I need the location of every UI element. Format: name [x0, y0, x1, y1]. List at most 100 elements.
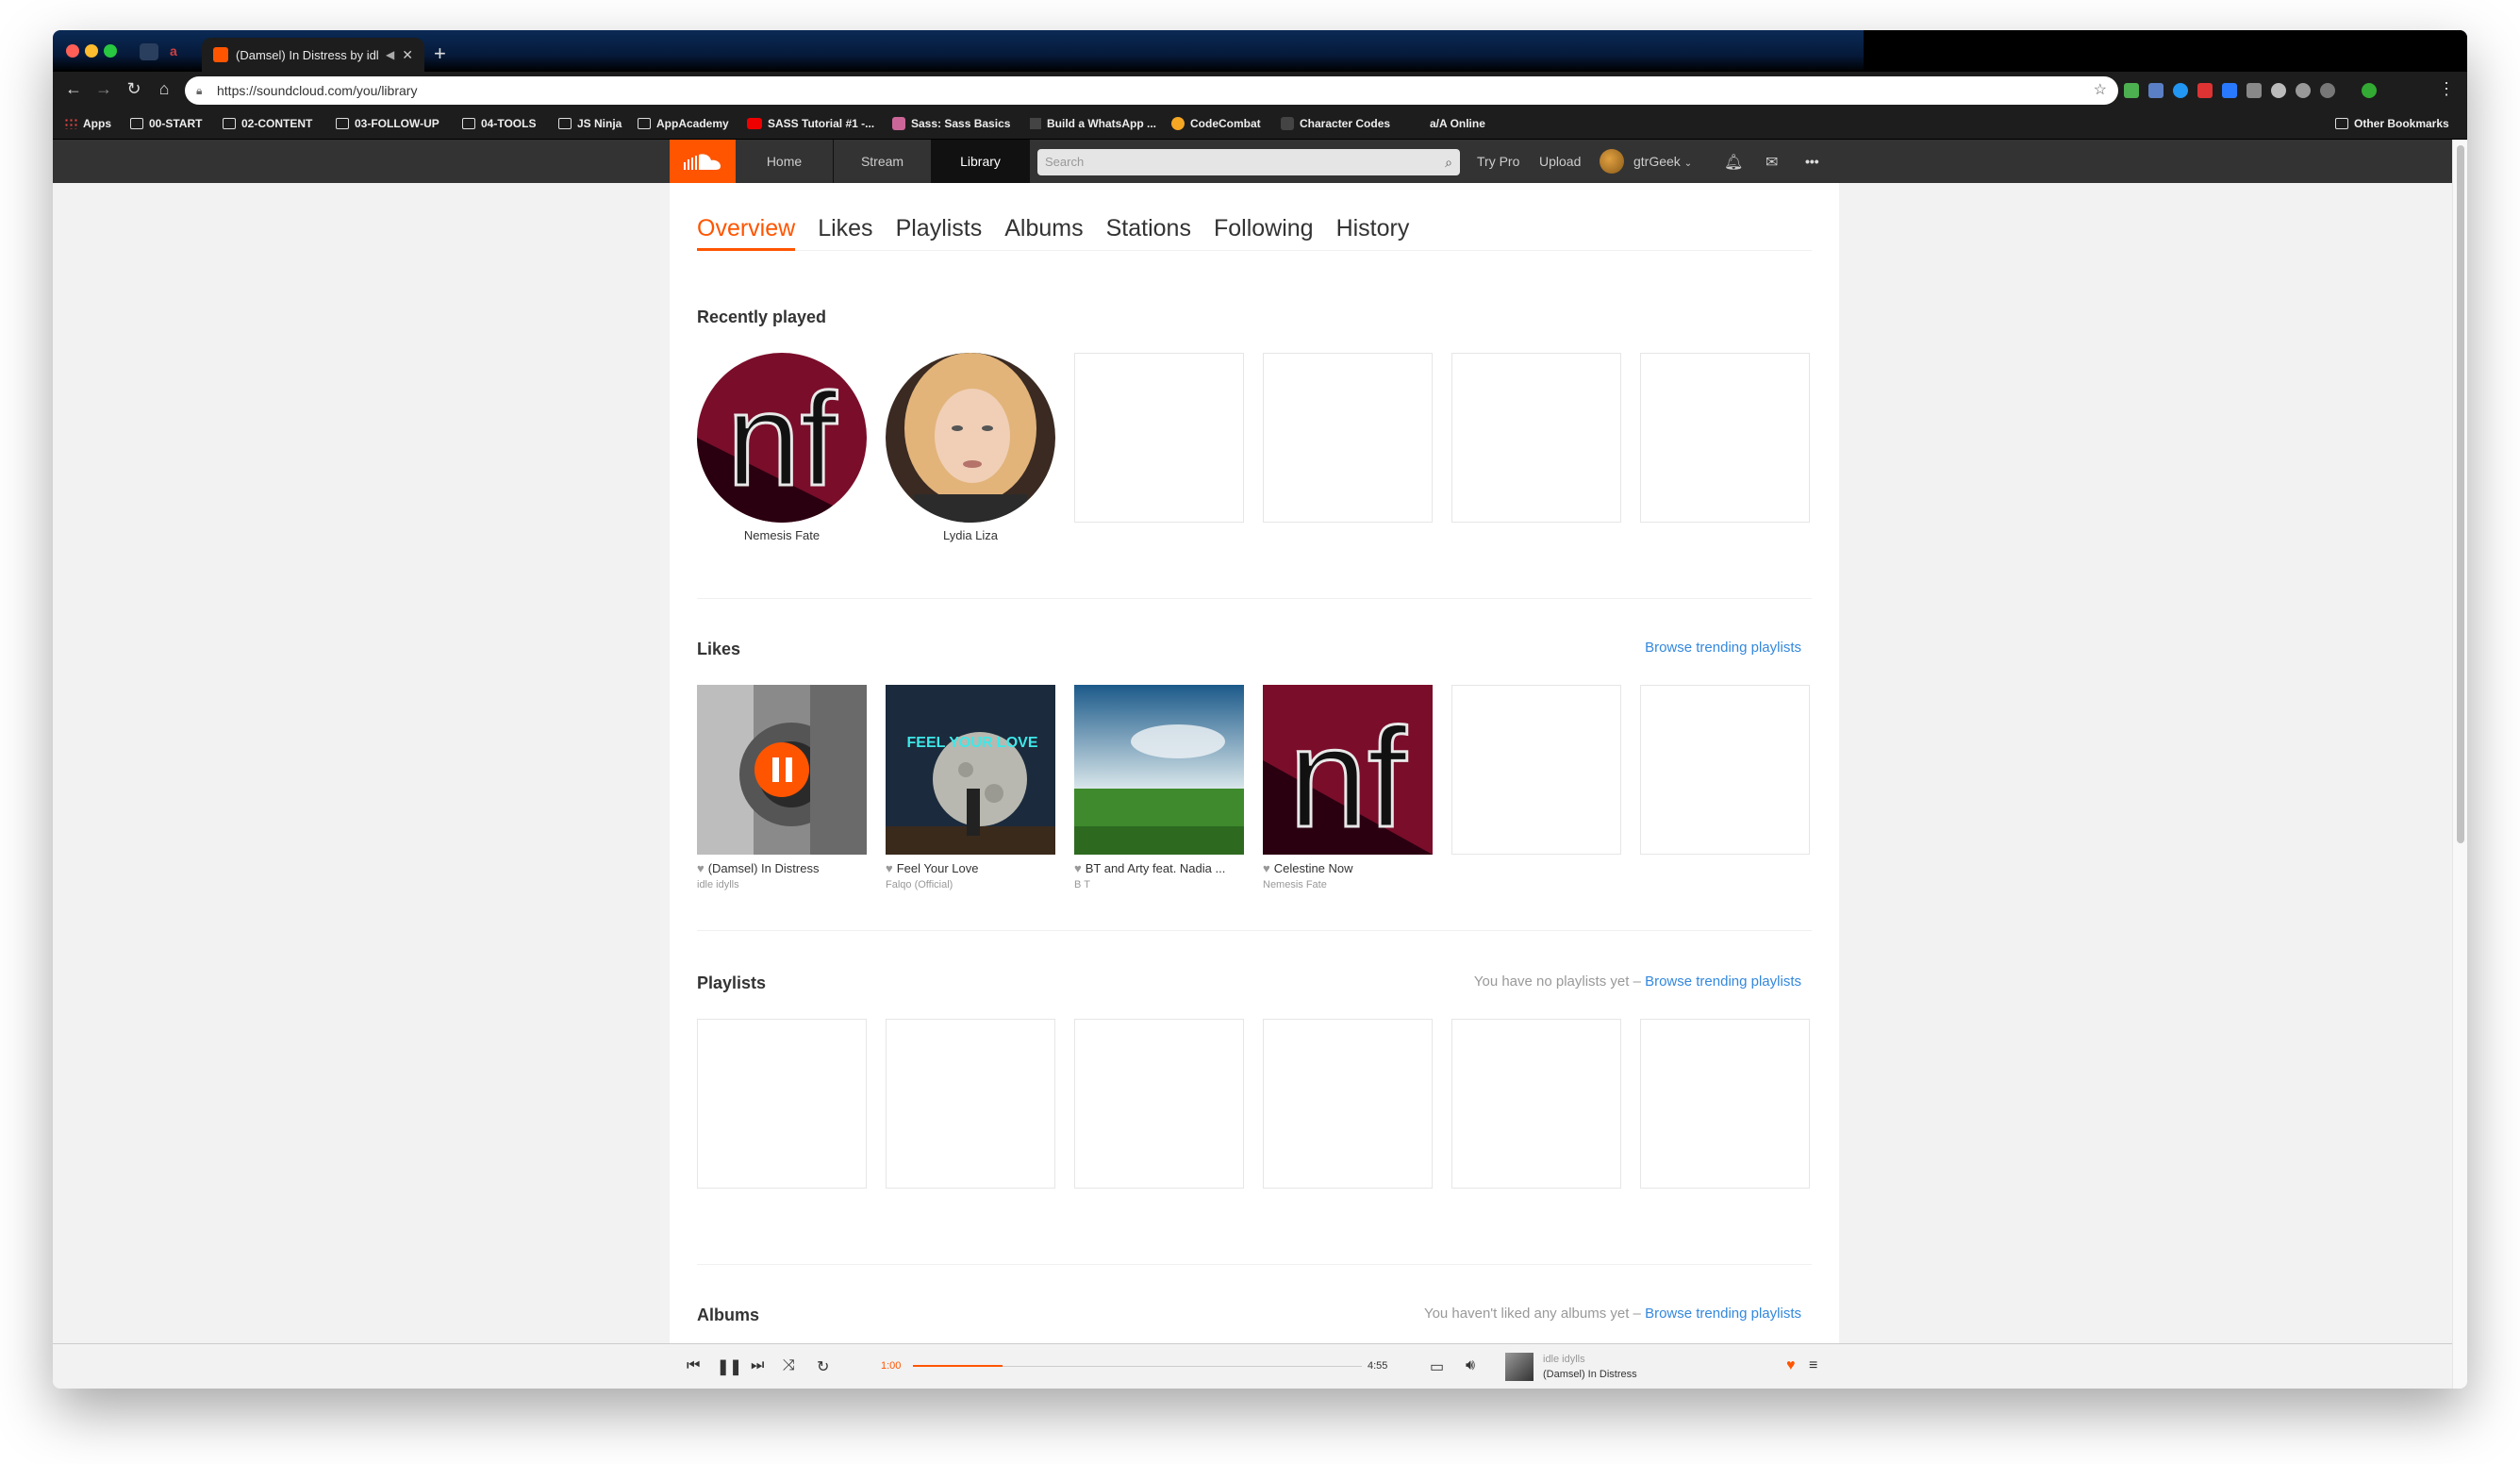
bookmark-star-icon[interactable]: ☆	[2094, 76, 2107, 105]
track-artist[interactable]: Falqo (Official)	[886, 879, 953, 890]
close-tab-icon[interactable]: ✕	[402, 47, 413, 63]
empty-tile	[697, 1019, 867, 1189]
track-artist[interactable]: Nemesis Fate	[1263, 879, 1327, 890]
mail-icon[interactable]: ✉	[1766, 153, 1778, 172]
previous-icon[interactable]: ⏮︎	[687, 1357, 700, 1374]
extension-icon[interactable]	[2320, 83, 2335, 98]
soundcloud-logo[interactable]	[670, 140, 736, 183]
like-track-feel-your-love[interactable]: FEEL YOUR LOVE	[886, 685, 1055, 855]
artist-name[interactable]: Lydia Liza	[886, 528, 1055, 542]
bookmark-apps[interactable]: Apps	[64, 117, 111, 130]
track-title[interactable]: ♥ (Damsel) In Distress	[697, 861, 876, 875]
nav-stream[interactable]: Stream	[834, 140, 932, 183]
like-track-celestine-now[interactable]: nf	[1263, 685, 1433, 858]
nav-home[interactable]: Home	[736, 140, 834, 183]
volume-icon[interactable]: 🔊︎	[1466, 1357, 1475, 1374]
track-title[interactable]: ♥ BT and Arty feat. Nadia ...	[1074, 861, 1253, 875]
search-icon[interactable]: ⌕	[1445, 149, 1452, 175]
tab-stations[interactable]: Stations	[1106, 213, 1191, 251]
bookmark-folder[interactable]: AppAcademy	[638, 117, 729, 130]
page-scrollbar[interactable]	[2452, 140, 2467, 1389]
maximize-window-button[interactable]	[104, 44, 117, 58]
tab-overview[interactable]: Overview	[697, 213, 796, 251]
pause-button[interactable]	[754, 742, 809, 797]
tab-following[interactable]: Following	[1214, 213, 1314, 251]
extension-icon[interactable]	[2246, 83, 2262, 98]
tab-playlists[interactable]: Playlists	[896, 213, 983, 251]
back-icon[interactable]: ←	[62, 79, 85, 99]
bookmark-link[interactable]: SASS Tutorial #1 -...	[747, 117, 874, 130]
tab-likes[interactable]: Likes	[818, 213, 872, 251]
forward-icon[interactable]: →	[92, 79, 115, 99]
bookmark-folder[interactable]: 00-START	[130, 117, 202, 130]
extension-icon[interactable]	[2362, 83, 2377, 98]
track-title[interactable]: ♥ Celestine Now	[1263, 861, 1442, 875]
extension-icon[interactable]	[2296, 83, 2311, 98]
bookmark-link[interactable]: Sass: Sass Basics	[892, 117, 1010, 130]
recently-played-nemesis-fate[interactable]: nf	[697, 353, 867, 523]
shuffle-icon[interactable]: ⤨	[783, 1357, 795, 1374]
like-track-damsel[interactable]	[697, 685, 867, 855]
tab-history[interactable]: History	[1336, 213, 1410, 251]
artist-name[interactable]: Nemesis Fate	[697, 528, 867, 542]
bookmark-folder[interactable]: 03-FOLLOW-UP	[336, 117, 439, 130]
scrollbar-thumb[interactable]	[2457, 145, 2464, 843]
pause-icon[interactable]: ❚❚	[717, 1357, 742, 1376]
like-track-bt-arty[interactable]	[1074, 685, 1244, 855]
address-bar[interactable]: 🔒︎ https://soundcloud.com/you/library ☆	[185, 76, 2118, 105]
minimize-window-button[interactable]	[85, 44, 98, 58]
extension-icon[interactable]	[2197, 83, 2213, 98]
bookmark-link[interactable]: Build a WhatsApp ...	[1030, 117, 1156, 130]
bookmark-link[interactable]: Character Codes	[1281, 117, 1390, 130]
track-artist[interactable]: idle idylls	[697, 879, 739, 890]
apps-grid-icon	[64, 118, 77, 129]
repeat-icon[interactable]: ↻	[817, 1357, 829, 1376]
upload-link[interactable]: Upload	[1539, 140, 1581, 183]
extension-icon[interactable]	[2124, 83, 2139, 98]
home-icon[interactable]: ⌂	[153, 79, 175, 99]
bookmark-folder[interactable]: 02-CONTENT	[223, 117, 312, 130]
pinned-tab-aa[interactable]: a	[170, 43, 177, 58]
cast-icon[interactable]: ▭	[1430, 1357, 1444, 1376]
close-window-button[interactable]	[66, 44, 79, 58]
recently-played-lydia-liza[interactable]	[886, 353, 1055, 523]
duration-time: 4:55	[1368, 1360, 1388, 1372]
empty-tile	[1074, 1019, 1244, 1189]
recently-played-title: Recently played	[697, 308, 827, 326]
pinned-tab[interactable]	[140, 43, 158, 60]
bookmark-link[interactable]: a/A Online	[1430, 117, 1485, 130]
tab-albums[interactable]: Albums	[1004, 213, 1083, 251]
new-tab-button[interactable]: +	[434, 42, 446, 66]
reload-icon[interactable]: ↻	[123, 79, 145, 99]
heart-icon[interactable]: ♥	[1786, 1357, 1796, 1374]
bookmark-link[interactable]: CodeCombat	[1171, 117, 1261, 130]
browse-trending-link[interactable]: Browse trending playlists	[1645, 640, 1801, 656]
track-title[interactable]: ♥ Feel Your Love	[886, 861, 1065, 875]
extension-icon[interactable]	[2148, 83, 2164, 98]
username-menu[interactable]: gtrGeek ⌄	[1633, 140, 1692, 183]
next-icon[interactable]: ⏭︎	[751, 1357, 764, 1374]
browse-trending-link[interactable]: Browse trending playlists	[1645, 973, 1801, 990]
bookmark-folder[interactable]: JS Ninja	[558, 117, 622, 130]
search-input[interactable]: Search ⌕	[1037, 149, 1460, 175]
extension-icon[interactable]	[2173, 83, 2188, 98]
now-playing-thumbnail[interactable]	[1505, 1353, 1534, 1381]
extension-icon[interactable]	[2271, 83, 2286, 98]
track-artist[interactable]: B T	[1074, 879, 1090, 890]
queue-icon[interactable]: ≡	[1809, 1357, 1817, 1374]
now-playing-artist[interactable]: idle idylls	[1543, 1354, 1585, 1365]
folder-icon	[462, 118, 475, 129]
bell-icon[interactable]: 🔔︎	[1724, 153, 1743, 172]
bookmark-folder[interactable]: 04-TOOLS	[462, 117, 536, 130]
extension-icon[interactable]	[2222, 83, 2237, 98]
other-bookmarks[interactable]: Other Bookmarks	[2335, 117, 2449, 130]
browse-trending-link[interactable]: Browse trending playlists	[1645, 1306, 1801, 1322]
tab-active[interactable]: (Damsel) In Distress by idl ◀︎ ✕	[202, 38, 424, 72]
try-pro-link[interactable]: Try Pro	[1477, 140, 1519, 183]
menu-kebab-icon[interactable]: ⋮	[2435, 79, 2458, 99]
avatar[interactable]	[1600, 149, 1624, 174]
nav-library[interactable]: Library	[932, 140, 1030, 183]
empty-tile	[1640, 353, 1810, 523]
more-menu[interactable]: •••	[1805, 140, 1819, 183]
now-playing-track[interactable]: (Damsel) In Distress	[1543, 1369, 1637, 1380]
